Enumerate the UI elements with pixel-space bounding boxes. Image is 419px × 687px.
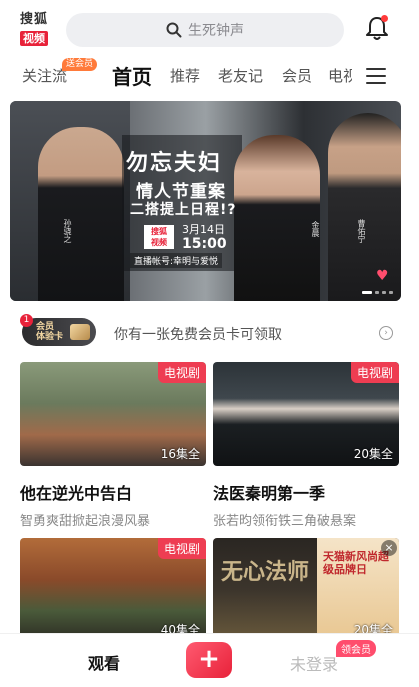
category-tag: 电视剧 [350,362,399,383]
banner-platform-logo: 搜狐 视频 [144,225,174,249]
tab-recommend[interactable]: 推荐 [170,65,200,86]
banner-logo-top: 搜狐 [151,227,167,236]
banner-title-line3: 二搭提上日程!? [130,202,237,218]
video-card[interactable]: 无心法师 天猫新风尚超级品牌日 × 20集全 [213,538,399,642]
ad-text: 天猫新风尚超级品牌日 [323,550,389,576]
video-title[interactable]: 他在逆光中告白 [20,480,206,504]
channel-tabs: 关注流 送会员 首页 推荐 老友记 会员 电视 [0,58,419,96]
video-card[interactable]: 电视剧 20集全 法医秦明第一季 张若昀领衔铁三角破悬案 [213,362,399,529]
logo-text-bottom: 视频 [20,31,48,46]
video-thumbnail[interactable]: 电视剧 16集全 [20,362,206,466]
search-icon [166,22,182,38]
banner-datetime: 3月14日 15:00 [182,223,227,252]
video-thumbnail[interactable]: 无心法师 天猫新风尚超级品牌日 × 20集全 [213,538,399,642]
chevron-right-icon[interactable]: › [379,326,393,340]
video-thumbnail[interactable]: 电视剧 20集全 [213,362,399,466]
category-tag: 电视剧 [157,538,206,559]
follow-badge: 送会员 [62,58,98,71]
banner-pagination [362,291,393,294]
search-placeholder: 生死钟声 [188,23,244,39]
banner-title-line1: 勿忘夫妇 [126,151,223,176]
notification-bell-icon[interactable] [364,14,390,42]
vip-card-label-1: 会员 [36,322,55,332]
vip-offer-bar[interactable]: 1 会员 体验卡 你有一张免费会员卡可领取 › [20,314,398,348]
hero-banner[interactable]: 勿忘夫妇 情人节重案 二搭提上日程!? 搜狐 视频 3月14日 15:00 直播… [10,101,401,301]
banner-person-middle [234,135,320,301]
category-tag: 电视剧 [157,362,206,383]
vip-card-badge: 1 会员 体验卡 [20,314,96,346]
banner-logo-bottom: 视频 [151,238,167,247]
vip-card-label-2: 体验卡 [36,332,64,342]
episode-count: 20集全 [353,447,393,461]
show-title-artwork: 无心法师 [221,560,310,585]
tab-vip[interactable]: 会员 [282,65,312,86]
tab-friends[interactable]: 老友记 [218,65,263,86]
banner-name-mid: 金晨 [311,221,320,237]
vip-card-icon [70,324,90,340]
episode-count: 16集全 [160,447,200,461]
banner-time: 15:00 [182,236,227,252]
logo-text-top: 搜狐 [20,12,49,27]
nav-login[interactable]: 未登录 [290,651,338,675]
plus-button[interactable]: + [186,642,232,678]
banner-name-left: 孙骁之 [63,219,72,243]
video-card[interactable]: 电视剧 16集全 他在逆光中告白 智勇爽甜掀起浪漫风暴 [20,362,206,529]
vip-count-badge: 1 [20,314,33,327]
search-bar[interactable]: 生死钟声 [66,13,344,47]
bottom-nav-bar: 观看 + 未登录 领会员 [0,633,419,687]
video-thumbnail[interactable]: 电视剧 40集全 [20,538,206,642]
video-subtitle: 张若昀领衔铁三角破悬案 [213,514,357,529]
video-subtitle: 智勇爽甜掀起浪漫风暴 [20,514,151,529]
banner-live-account: 直播帐号:幸明与爱悦 [130,253,223,268]
heart-icon: ♥ [376,268,389,284]
banner-person-left [38,127,124,301]
login-badge: 领会员 [336,640,376,657]
menu-icon[interactable] [366,68,386,84]
banner-person-right [328,113,401,301]
vip-card-label: 会员 体验卡 [36,322,63,342]
video-card[interactable]: 电视剧 40集全 [20,538,206,642]
nav-watch[interactable]: 观看 [88,650,120,674]
notification-dot [381,15,388,22]
tab-tv[interactable]: 电视 [328,65,352,86]
top-header: 搜狐 视频 生死钟声 [0,0,419,58]
tab-home[interactable]: 首页 [112,61,152,90]
tab-follow[interactable]: 关注流 [22,65,67,86]
video-title[interactable]: 法医秦明第一季 [213,480,399,504]
sohu-video-logo[interactable]: 搜狐 视频 [20,12,56,46]
banner-date: 3月14日 [182,223,225,236]
close-icon[interactable]: × [381,540,397,556]
banner-name-right: 曹佑宁 [357,219,366,243]
vip-offer-message: 你有一张免费会员卡可领取 [114,327,282,343]
